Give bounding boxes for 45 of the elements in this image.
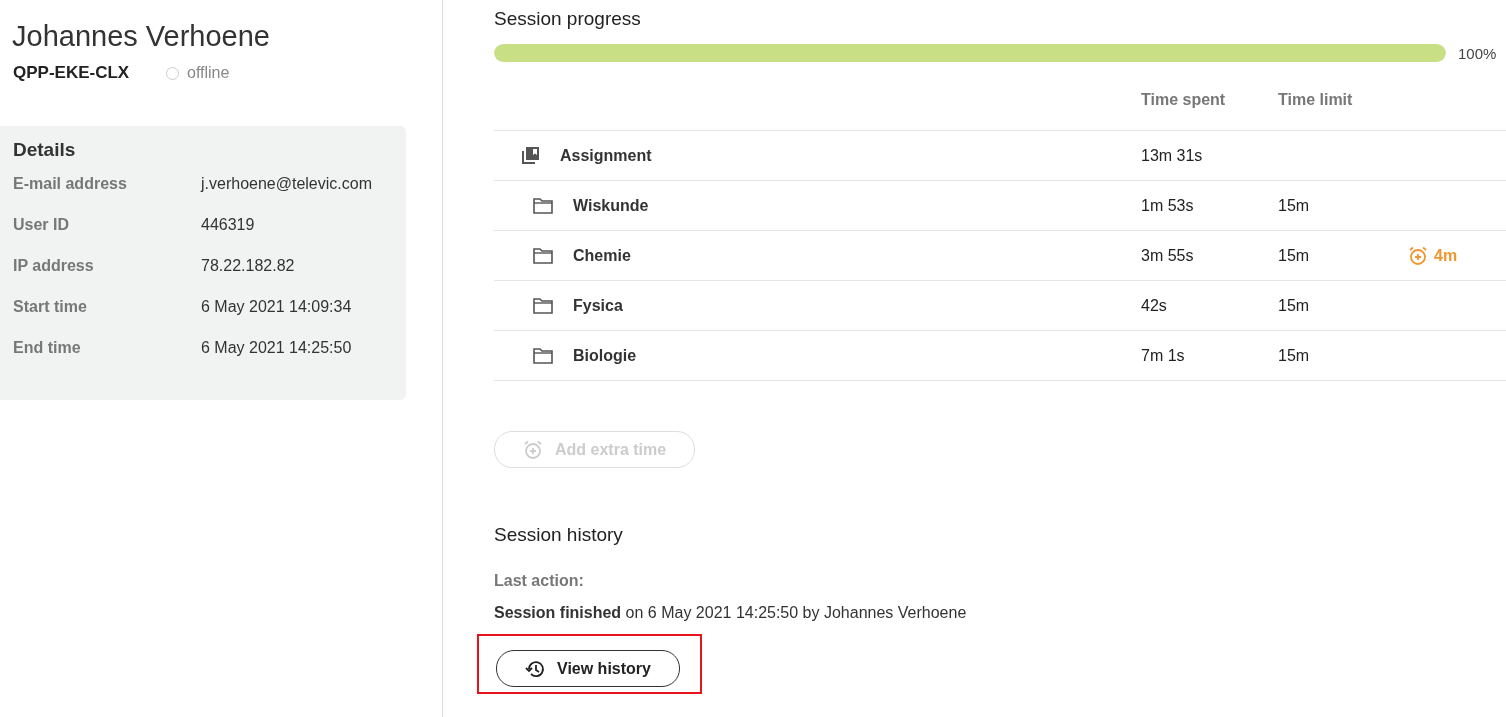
details-title: Details <box>13 139 77 161</box>
time-spent: 7m 1s <box>1141 346 1185 364</box>
section-title: Session progress <box>494 7 642 30</box>
folder-icon <box>533 247 553 264</box>
item-name: Wiskunde <box>573 196 649 215</box>
field-label: End time <box>13 339 82 358</box>
item-name: Fysica <box>573 296 623 315</box>
alarm-plus-icon <box>1408 245 1428 266</box>
history-icon <box>525 658 545 679</box>
folder-icon <box>533 347 553 364</box>
time-limit: 15m <box>1278 346 1310 364</box>
item-name: Chemie <box>573 246 631 265</box>
time-spent: 1m 53s <box>1141 196 1194 214</box>
field-value: 6 May 2021 14:25:50 <box>201 339 352 358</box>
extra-time: 4m <box>1434 246 1458 265</box>
field-value: 78.22.182.82 <box>201 257 295 276</box>
column-header: Time spent <box>1141 91 1226 108</box>
folder-icon <box>533 297 553 314</box>
field-value: 6 May 2021 14:09:34 <box>201 298 352 317</box>
item-name: Biologie <box>573 346 637 365</box>
time-spent: 42s <box>1141 296 1167 314</box>
time-spent: 13m 31s <box>1141 146 1203 164</box>
field-label: IP address <box>13 257 95 276</box>
time-limit: 15m <box>1278 296 1310 314</box>
progress-reading: 100% <box>1458 44 1497 62</box>
section-title: Session history <box>494 523 624 546</box>
field-label: User ID <box>13 216 71 235</box>
time-spent: 3m 55s <box>1141 246 1194 264</box>
last-action-label: Last action: <box>494 572 585 590</box>
field-label: Start time <box>13 298 88 317</box>
time-limit: 15m <box>1278 196 1310 214</box>
status-label: offline <box>187 64 230 82</box>
field-value: 446319 <box>201 216 255 235</box>
alarm-plus-icon <box>523 439 543 460</box>
field-label: E-mail address <box>13 175 128 194</box>
user-name: Johannes Verhoene <box>11 19 271 53</box>
item-name: Assignment <box>560 146 652 165</box>
session-code: QPP-EKE-CLX <box>13 63 131 83</box>
column-header: Time limit <box>1278 91 1353 108</box>
time-limit: 15m <box>1278 246 1310 264</box>
field-value: j.verhoene@televic.com <box>201 175 372 194</box>
stack-icon <box>520 145 540 166</box>
view-history-button[interactable]: View history <box>496 650 680 687</box>
folder-icon <box>533 197 553 214</box>
last-action-text: Session finished on 6 May 2021 14:25:50 by Johannes Verhoene <box>494 604 968 622</box>
